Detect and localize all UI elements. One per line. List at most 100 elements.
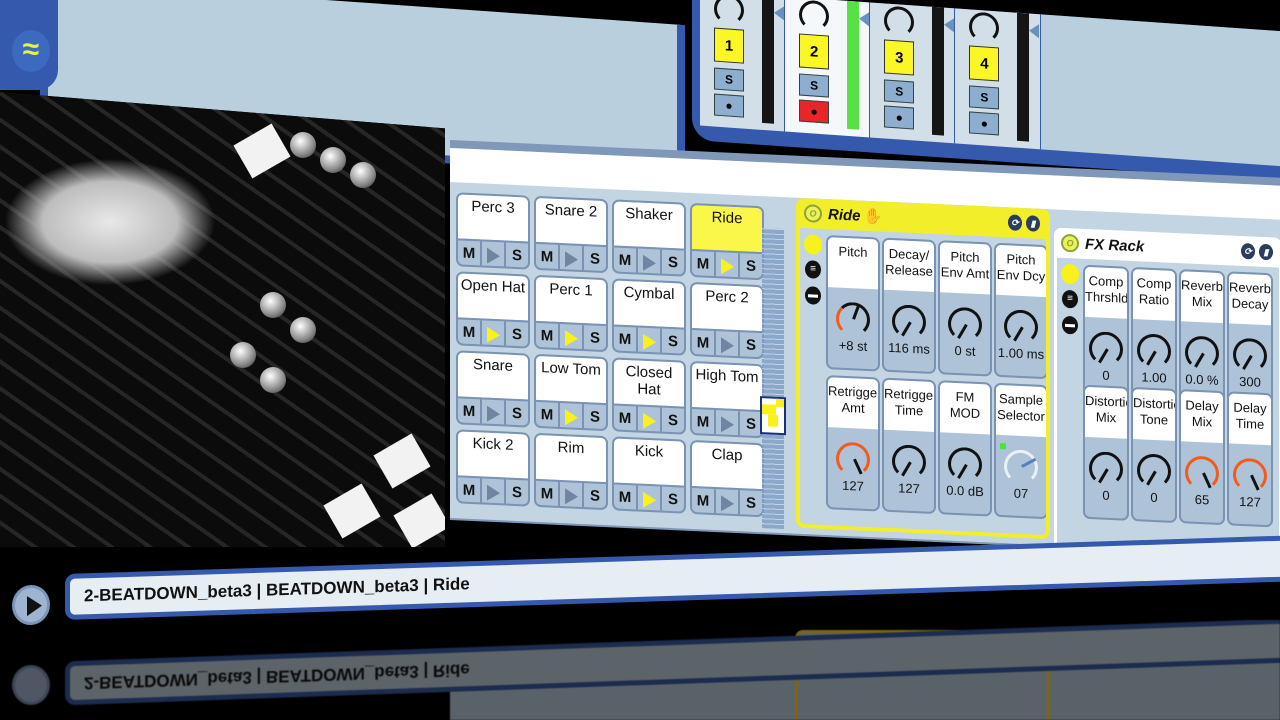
pad-mute-button[interactable]: M (536, 402, 558, 429)
hot-swap-icon[interactable]: ⟳ (1008, 214, 1022, 231)
pad-preview-button[interactable] (714, 488, 738, 517)
pad-mute-button[interactable]: M (614, 484, 636, 511)
volume-fader-handle[interactable] (774, 5, 784, 21)
pad-preview-button[interactable] (636, 248, 660, 276)
chain-list-icon[interactable]: ≡ (1062, 289, 1078, 309)
pad-mute-button[interactable]: M (458, 398, 480, 425)
macro-knob[interactable] (836, 301, 870, 338)
wave-icon[interactable]: ≈ (12, 30, 50, 72)
arm-button[interactable]: ● (714, 93, 744, 118)
solo-button[interactable]: S (799, 73, 830, 98)
macro-knob[interactable] (1185, 455, 1219, 491)
drum-pad[interactable]: Low Tom M S (534, 353, 608, 432)
macro-knob[interactable] (1089, 451, 1123, 487)
macro-retrigger-time[interactable]: Retrigger Time 127 (882, 377, 936, 515)
pad-mute-button[interactable]: M (536, 323, 558, 350)
pad-solo-button[interactable]: S (738, 411, 762, 439)
volume-fader-handle[interactable] (1029, 23, 1040, 39)
macro-knob[interactable] (1233, 337, 1267, 374)
macro-knob[interactable] (948, 446, 982, 483)
track-activator[interactable]: 3 (884, 39, 915, 76)
drum-pad[interactable]: Closed Hat M S (612, 357, 686, 435)
macro-knob[interactable] (1233, 457, 1267, 494)
pad-solo-button[interactable]: S (582, 403, 606, 432)
pad-solo-button[interactable]: S (504, 321, 528, 349)
pad-solo-button[interactable]: S (582, 324, 606, 353)
pad-mute-button[interactable]: M (458, 240, 480, 267)
pad-preview-button[interactable] (636, 485, 660, 513)
mixer-track-4[interactable]: 4 S ● (955, 8, 1041, 150)
drum-pad[interactable]: Clap M S (690, 439, 764, 518)
pad-solo-button[interactable]: S (738, 332, 762, 360)
pad-preview-button[interactable] (558, 402, 582, 430)
pad-preview-button[interactable] (714, 330, 738, 359)
pad-solo-button[interactable]: S (660, 407, 684, 435)
pad-solo-button[interactable]: S (582, 482, 606, 511)
macro-pitch-env-dcy[interactable]: Pitch Env Dcy 1.00 ms (994, 242, 1048, 380)
drum-pad[interactable]: Rim M S (534, 432, 608, 511)
chain-list-icon[interactable]: ≡ (805, 260, 821, 279)
macro-reverb-decay[interactable]: Reverb Decay 300 ms (1227, 271, 1273, 408)
macro-knob[interactable] (892, 444, 926, 480)
macro-comp-ratio[interactable]: Comp Ratio 1.00 (1131, 266, 1177, 404)
macro-knob[interactable] (1004, 449, 1038, 485)
pad-overview-grid[interactable] (762, 228, 784, 530)
pad-preview-button[interactable] (480, 241, 504, 269)
pad-preview-button[interactable] (558, 323, 582, 351)
macro-toggle-icon[interactable]: ▬ (1062, 315, 1078, 335)
drum-pad[interactable]: Cymbal M S (612, 278, 686, 356)
pad-mute-button[interactable]: M (614, 326, 636, 353)
macro-knob[interactable] (1004, 309, 1038, 345)
pad-preview-button[interactable] (558, 244, 582, 272)
pad-mute-button[interactable]: M (692, 409, 714, 436)
pad-mute-button[interactable]: M (692, 251, 714, 278)
drum-pad[interactable]: Perc 1 M S (534, 274, 608, 353)
drum-pad[interactable]: High Tom M S (690, 360, 764, 439)
macro-distortion-mix[interactable]: Distortion Mix 0 (1083, 384, 1129, 521)
chain-toggle-icon[interactable] (804, 234, 822, 255)
macro-pitch[interactable]: Pitch +8 st (826, 235, 880, 372)
macro-knob[interactable] (948, 306, 982, 343)
drum-pad[interactable]: Snare 2 M S (534, 195, 608, 274)
solo-button[interactable]: S (714, 67, 744, 92)
macro-knob[interactable] (1089, 331, 1123, 367)
mixer-track-3[interactable]: 3 S ● (870, 2, 956, 144)
save-preset-icon[interactable]: ▮ (1026, 215, 1040, 232)
arm-button[interactable]: ● (969, 111, 1000, 136)
pad-mute-button[interactable]: M (536, 481, 558, 508)
pad-preview-button[interactable] (636, 406, 660, 434)
pad-preview-button[interactable] (636, 327, 660, 355)
macro-retrigger-amt[interactable]: Retrigger Amt 127 (826, 375, 880, 512)
solo-button[interactable]: S (884, 79, 915, 104)
macro-knob[interactable] (1137, 333, 1171, 369)
save-preset-icon[interactable]: ▮ (1259, 243, 1273, 261)
pad-solo-button[interactable]: S (660, 328, 684, 356)
mixer-track-1[interactable]: 1 S ● (700, 0, 786, 132)
pad-mute-button[interactable]: M (458, 319, 480, 346)
pad-mute-button[interactable]: M (614, 247, 636, 274)
pad-solo-button[interactable]: S (504, 400, 528, 428)
track-activator[interactable]: 2 (799, 33, 830, 70)
macro-comp-thrshld[interactable]: Comp Thrshld 0 (1083, 264, 1129, 401)
drum-pad[interactable]: Shaker M S (612, 199, 686, 277)
pad-overview-selection[interactable] (760, 396, 786, 436)
macro-pitch-env-amt[interactable]: Pitch Env Amt 0 st (938, 240, 992, 377)
macro-knob[interactable] (892, 304, 926, 340)
pad-solo-button[interactable]: S (738, 253, 762, 281)
power-icon[interactable]: O (804, 204, 822, 223)
pad-solo-button[interactable]: S (504, 479, 528, 507)
drum-pad[interactable]: Snare M S (456, 350, 530, 428)
pad-preview-button[interactable] (480, 320, 504, 348)
track-activator[interactable]: 1 (714, 27, 744, 64)
drum-pad[interactable]: Open Hat M S (456, 271, 530, 349)
pan-knob[interactable] (799, 0, 830, 32)
macro-knob[interactable] (1185, 335, 1219, 371)
pad-solo-button[interactable]: S (660, 486, 684, 514)
pan-knob[interactable] (884, 5, 915, 38)
solo-button[interactable]: S (969, 85, 1000, 110)
drum-pad[interactable]: Perc 3 M S (456, 192, 530, 270)
arm-button[interactable]: ● (799, 99, 830, 124)
pad-solo-button[interactable]: S (660, 249, 684, 277)
hot-swap-icon[interactable]: ⟳ (1241, 242, 1255, 260)
pad-mute-button[interactable]: M (692, 330, 714, 357)
